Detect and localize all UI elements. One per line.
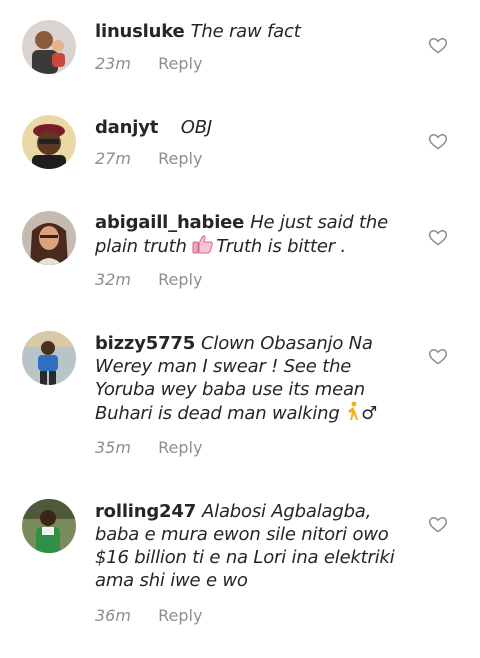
comment-username[interactable]: linusluke [95,21,185,42]
reply-button[interactable]: Reply [158,54,202,73]
comment-meta: 32m Reply [95,270,202,289]
heart-outline-icon[interactable] [428,346,448,366]
comment-time: 23m [95,54,131,73]
comment-meta: 27m Reply [95,149,202,168]
comment-username[interactable]: rolling247 [95,501,196,522]
comment-username[interactable]: danjyt [95,117,158,138]
heart-outline-icon[interactable] [428,131,448,151]
reply-button[interactable]: Reply [158,606,202,625]
comment-meta: 36m Reply [95,606,202,625]
heart-outline-icon[interactable] [428,35,448,55]
reply-button[interactable]: Reply [158,270,202,289]
comment-body: The raw fact [190,21,301,42]
comment-body: OBJ [164,117,212,138]
comment-text: bizzy5775 Clown Obasanjo Na Werey man I s… [95,332,415,427]
comment-body-tail: Truth is bitter . [216,236,347,257]
avatar[interactable] [22,20,76,74]
reply-button[interactable]: Reply [158,438,202,457]
comment-meta: 35m Reply [95,438,202,457]
comment-text: rolling247 Alabosi Agbalagba, baba e mura… [95,500,415,592]
avatar[interactable] [22,115,76,169]
heart-outline-icon[interactable] [428,514,448,534]
comment-body-tail: ♂ [361,403,378,424]
comment-time: 36m [95,606,131,625]
comment-time: 32m [95,270,131,289]
reply-button[interactable]: Reply [158,149,202,168]
comment-text: linusluke The raw fact [95,20,415,43]
comment-username[interactable]: abigaill_habiee [95,212,244,233]
comment-time: 27m [95,149,131,168]
comment-time: 35m [95,438,131,457]
comment-text: abigaill_habiee He just said the plain tr… [95,211,415,260]
heart-outline-icon[interactable] [428,227,448,247]
comment-text: danjyt OBJ [95,116,415,139]
comment-username[interactable]: bizzy5775 [95,333,195,354]
avatar[interactable] [22,211,76,265]
thumbs-up-icon [192,234,214,260]
person-walking-icon [345,401,361,427]
avatar[interactable] [22,499,76,553]
avatar[interactable] [22,331,76,385]
comment-meta: 23m Reply [95,54,202,73]
